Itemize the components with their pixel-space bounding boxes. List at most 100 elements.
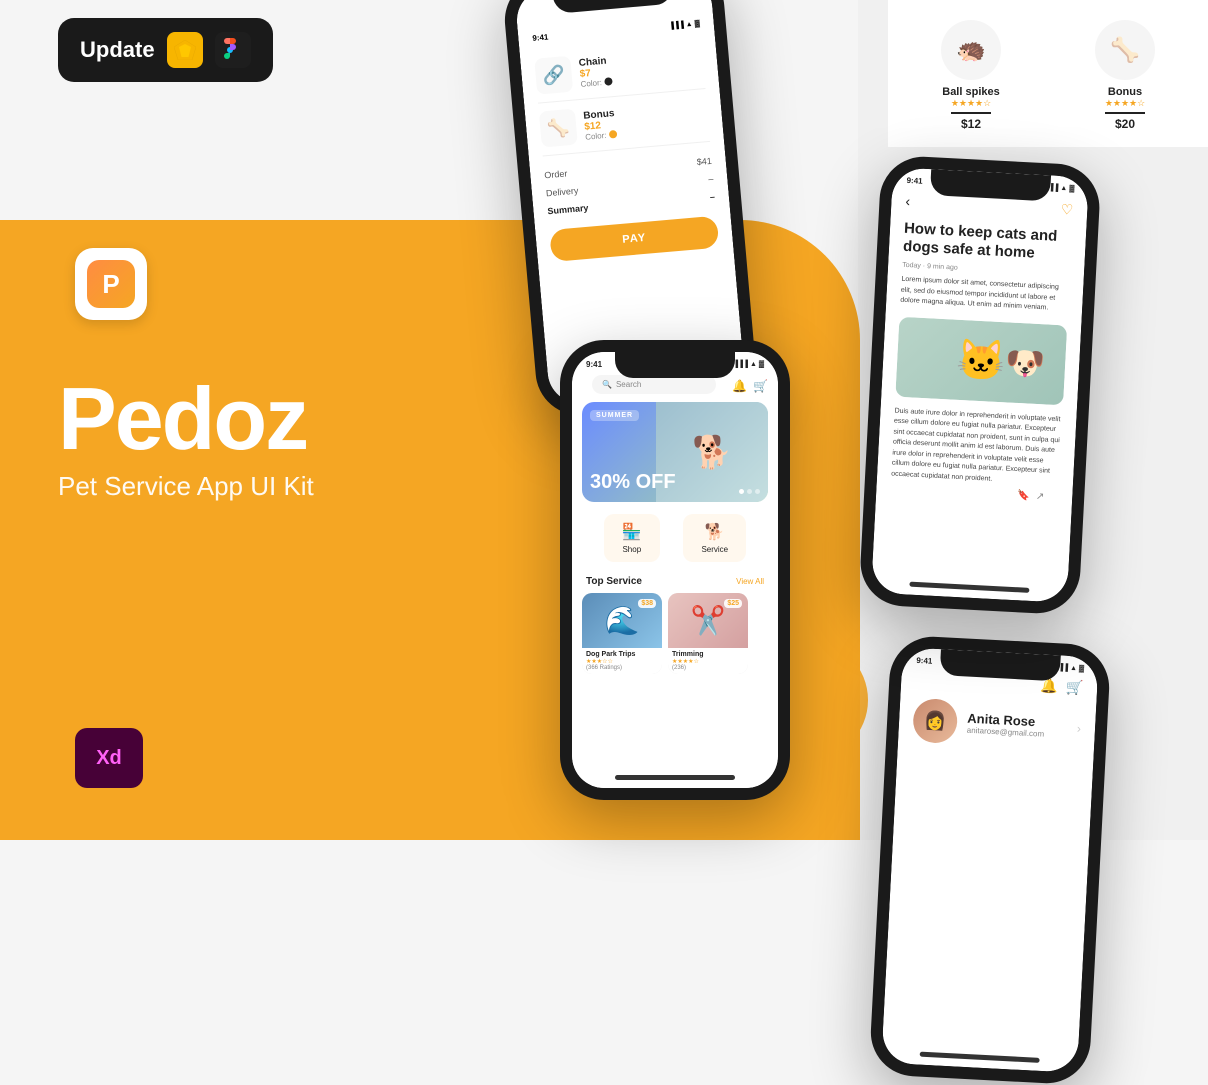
profile-time: 9:41 xyxy=(916,656,932,666)
app-icon-inner: P xyxy=(87,260,135,308)
chain-color-label: Color: xyxy=(580,78,602,89)
update-badge: Update xyxy=(58,18,273,82)
dot-1 xyxy=(739,489,744,494)
product-ball-spikes: 🦔 Ball spikes ★★★★☆ $12 xyxy=(904,20,1038,131)
home-status-icons: ▐▐▐ ▲ ▓ xyxy=(733,360,764,369)
nav-shop[interactable]: 🏪 Shop xyxy=(604,514,660,562)
search-placeholder: Search xyxy=(616,380,641,389)
figma-icon xyxy=(215,32,251,68)
nav-shop-label: Shop xyxy=(622,545,641,554)
service-card-trim-rating: ★★★★☆ xyxy=(672,658,744,665)
service-card-dog-price: $38 xyxy=(638,599,656,608)
article-image-bg: 🐱 🐶 xyxy=(895,316,1067,405)
trim-stars: ★★★★☆ xyxy=(672,658,699,665)
dot-3 xyxy=(755,489,760,494)
banner-tag: SUMMER xyxy=(590,410,639,421)
product-divider-2 xyxy=(1105,112,1145,114)
phone2-notch xyxy=(615,352,735,378)
order-label: Order xyxy=(544,168,568,180)
home-screen-content: 9:41 ▐▐▐ ▲ ▓ 🔍 Search 🔔 🛒 SUMMER 🐕 xyxy=(572,352,778,788)
banner-dots xyxy=(739,489,760,494)
pay-button[interactable]: PAY xyxy=(549,216,719,263)
product-img-ball: 🦔 xyxy=(941,20,1001,80)
app-name: Pedoz xyxy=(58,375,314,463)
cart-time: 9:41 xyxy=(532,33,549,43)
chevron-right-icon: › xyxy=(1077,721,1082,735)
product-name-ball: Ball spikes xyxy=(904,86,1038,98)
bookmark-icon[interactable]: 🔖 xyxy=(1017,488,1030,504)
xd-label: Xd xyxy=(96,747,122,770)
app-icon: P xyxy=(75,248,147,320)
xd-icon: Xd xyxy=(75,728,143,788)
cart-status-bar: 9:41 ▐▐▐ ▲ ▓ xyxy=(531,5,700,43)
article-image-dog: 🐶 xyxy=(1004,343,1046,383)
view-all-link[interactable]: View All xyxy=(736,577,764,586)
cart-icon[interactable]: 🛒 xyxy=(753,379,768,393)
cart-item-chain-img: 🔗 xyxy=(534,56,573,95)
cart-summary: Order $41 Delivery – Summary – xyxy=(544,152,716,220)
nav-service-label: Service xyxy=(701,545,728,554)
shop-icon: 🏪 xyxy=(622,522,642,542)
home-banner: SUMMER 🐕 30% OFF xyxy=(582,402,768,502)
product-name-bonus: Bonus xyxy=(1058,86,1192,98)
article-body-2-text: Duis aute irure dolor in reprehenderit i… xyxy=(891,407,1061,482)
phone-home: 9:41 ▐▐▐ ▲ ▓ 🔍 Search 🔔 🛒 SUMMER 🐕 xyxy=(560,340,790,800)
service-card-dog-info: Dog Park Trips ★★★☆☆ (366 Ratings) xyxy=(582,648,662,674)
main-title-section: Pedoz Pet Service App UI Kit xyxy=(58,375,314,502)
service-card-trim-name: Trimming xyxy=(672,651,744,658)
back-icon[interactable]: ‹ xyxy=(905,193,911,210)
delivery-value: – xyxy=(708,174,714,184)
product-stars-ball: ★★★★☆ xyxy=(904,98,1038,109)
delivery-label: Delivery xyxy=(546,186,579,199)
product-price-bonus: $20 xyxy=(1058,117,1192,131)
nav-service[interactable]: 🐕 Service xyxy=(683,514,746,562)
product-img-bonus: 🦴 xyxy=(1095,20,1155,80)
service-card-dog-rating: ★★★☆☆ xyxy=(586,658,658,665)
profile-avatar: 👩 xyxy=(912,698,958,744)
service-icon: 🐕 xyxy=(705,522,725,542)
search-icon: 🔍 xyxy=(602,380,612,389)
summary-label: Summary xyxy=(547,203,589,217)
dog-rating-count: (366 Ratings) xyxy=(586,665,658,671)
product-display: 🦔 Ball spikes ★★★★☆ $12 🦴 Bonus ★★★★☆ $2… xyxy=(888,0,1208,147)
profile-screen-content: 9:41 ▐▐▐ ▲ ▓ 🔔 🛒 👩 Anita Rose anitarose@… xyxy=(881,647,1099,1073)
service-card-trim-info: Trimming ★★★★☆ (236) xyxy=(668,648,748,674)
service-card-dog-name: Dog Park Trips xyxy=(586,651,658,658)
share-icon[interactable]: ↗ xyxy=(1035,489,1044,504)
avatar-emoji: 👩 xyxy=(923,710,946,732)
product-price-ball: $12 xyxy=(904,117,1038,131)
home-battery: ▓ xyxy=(759,361,764,368)
heart-icon[interactable]: ♡ xyxy=(1060,201,1073,219)
app-icon-letter: P xyxy=(102,269,119,300)
profile-battery: ▓ xyxy=(1079,665,1084,672)
service-card-dog-park[interactable]: 🌊 $38 Dog Park Trips ★★★☆☆ (366 Ratings) xyxy=(582,593,662,674)
home-time: 9:41 xyxy=(586,360,602,369)
article-screen-content: 9:41 ▐▐▐ ▲ ▓ ‹ ♡ How to keep cats and do… xyxy=(871,167,1089,603)
profile-cart-icon[interactable]: 🛒 xyxy=(1065,679,1083,697)
app-subtitle: Pet Service App UI Kit xyxy=(58,471,314,502)
article-battery: ▓ xyxy=(1069,185,1074,192)
sketch-icon xyxy=(167,32,203,68)
profile-info: Anita Rose anitarose@gmail.com xyxy=(967,711,1046,739)
chain-color-dot xyxy=(604,77,613,86)
home-signal: ▐▐▐ xyxy=(733,361,748,368)
home-nav: 🏪 Shop 🐕 Service xyxy=(582,506,768,570)
service-card-trimming[interactable]: ✂️ $25 Trimming ★★★★☆ (236) xyxy=(668,593,748,674)
cart-item-chain-details: Chain $7 Color: xyxy=(578,55,613,89)
product-stars-bonus: ★★★★☆ xyxy=(1058,98,1192,109)
article-wifi: ▲ xyxy=(1060,185,1067,192)
dog-stars: ★★★☆☆ xyxy=(586,658,613,665)
order-value: $41 xyxy=(696,156,712,167)
bell-icon[interactable]: 🔔 xyxy=(732,379,747,393)
trim-rating-count: (236) xyxy=(672,665,744,671)
top-service-header: Top Service View All xyxy=(572,574,778,589)
bonus-color-dot xyxy=(609,130,618,139)
phone2-home-indicator xyxy=(615,775,735,780)
article-body-2: Duis aute irure dolor in reprehenderit i… xyxy=(876,401,1077,512)
cart-status-icons: ▐▐▐ ▲ ▓ xyxy=(669,19,701,31)
phone-profile-screen: 9:41 ▐▐▐ ▲ ▓ 🔔 🛒 👩 Anita Rose anitarose@… xyxy=(881,647,1099,1073)
phone-article: 9:41 ▐▐▐ ▲ ▓ ‹ ♡ How to keep cats and do… xyxy=(858,155,1101,616)
profile-wifi: ▲ xyxy=(1070,665,1077,672)
bonus-color-label: Color: xyxy=(585,130,607,141)
top-service-title: Top Service xyxy=(586,576,642,587)
